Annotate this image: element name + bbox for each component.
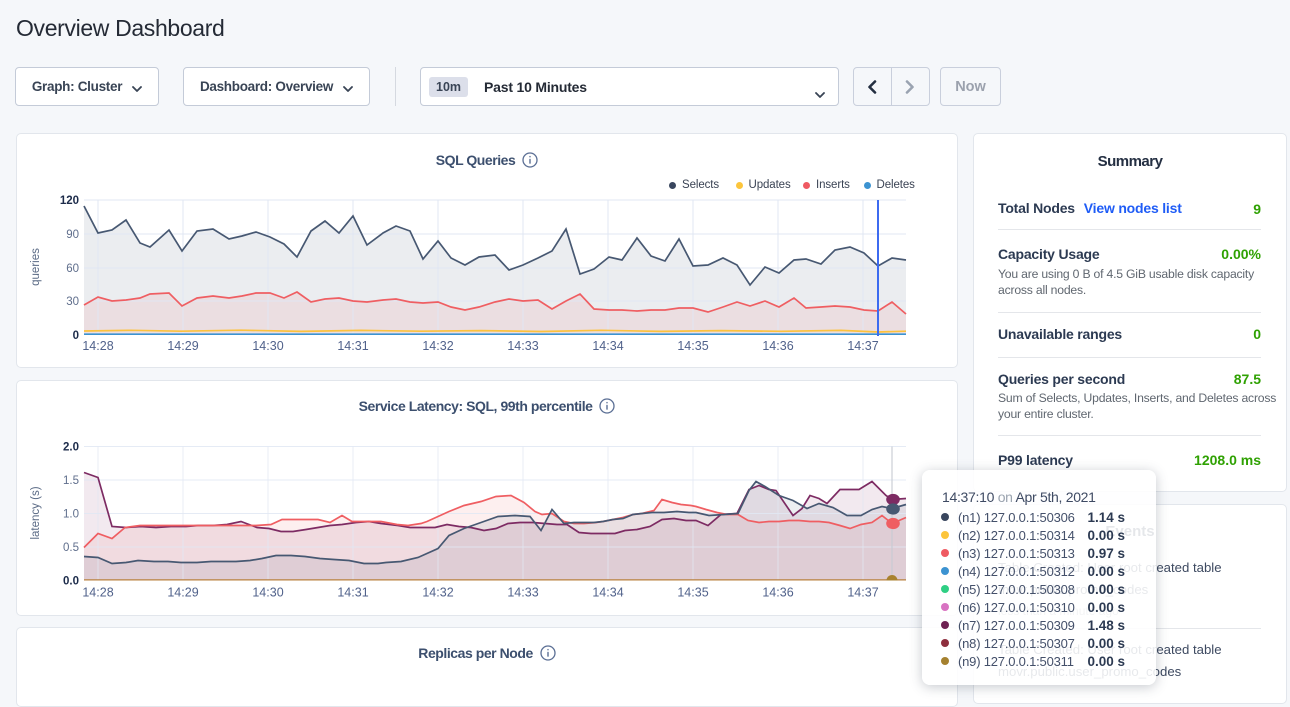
svg-text:latency (s): latency (s): [30, 486, 42, 539]
svg-text:2.0: 2.0: [63, 442, 79, 454]
svg-text:14:32: 14:32: [422, 586, 453, 600]
svg-text:14:36: 14:36: [762, 586, 793, 600]
svg-text:14:37: 14:37: [847, 339, 878, 353]
svg-text:14:32: 14:32: [422, 339, 453, 353]
svg-text:14:33: 14:33: [507, 586, 538, 600]
svg-text:14:35: 14:35: [677, 339, 708, 353]
svg-text:0: 0: [73, 330, 79, 342]
svg-text:14:30: 14:30: [252, 339, 283, 353]
svg-text:1.0: 1.0: [63, 509, 79, 521]
svg-text:30: 30: [66, 296, 79, 308]
svg-text:14:29: 14:29: [167, 586, 198, 600]
svg-text:1.5: 1.5: [63, 475, 79, 487]
svg-text:14:30: 14:30: [252, 586, 283, 600]
svg-text:14:34: 14:34: [592, 586, 623, 600]
svg-text:60: 60: [66, 263, 79, 275]
svg-text:14:31: 14:31: [337, 339, 368, 353]
svg-text:14:29: 14:29: [167, 339, 198, 353]
svg-text:14:31: 14:31: [337, 586, 368, 600]
svg-text:14:36: 14:36: [762, 339, 793, 353]
svg-text:14:37: 14:37: [847, 586, 878, 600]
svg-text:queries: queries: [30, 248, 42, 286]
svg-text:90: 90: [66, 229, 79, 241]
svg-text:14:33: 14:33: [507, 339, 538, 353]
svg-text:14:34: 14:34: [592, 339, 623, 353]
svg-text:0.5: 0.5: [63, 542, 79, 554]
svg-text:14:35: 14:35: [677, 586, 708, 600]
svg-text:14:28: 14:28: [82, 586, 113, 600]
svg-text:0.0: 0.0: [63, 576, 79, 588]
svg-text:120: 120: [60, 195, 79, 207]
svg-text:14:28: 14:28: [82, 339, 113, 353]
